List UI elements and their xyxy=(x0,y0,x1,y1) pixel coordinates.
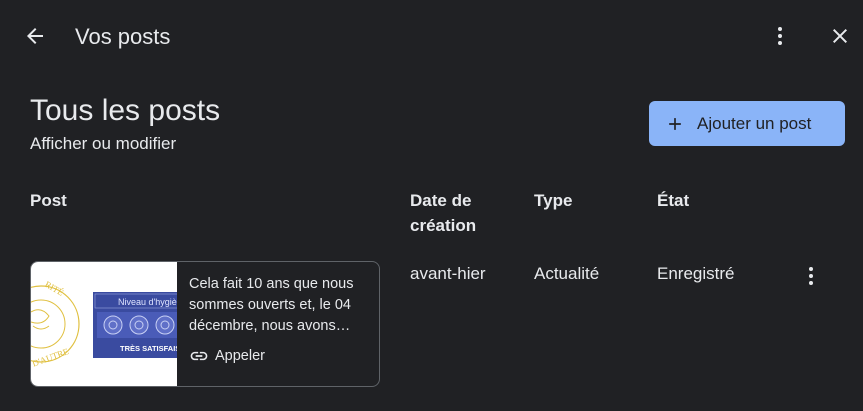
page-subtitle: Afficher ou modifier xyxy=(30,134,177,153)
column-header-post: Post xyxy=(30,191,67,210)
add-post-button[interactable]: Ajouter un post xyxy=(649,101,845,146)
post-card-body: Cela fait 10 ans que nous sommes ouverts… xyxy=(177,262,379,386)
link-icon xyxy=(189,346,209,366)
row-more-options-button[interactable] xyxy=(791,256,831,296)
badge-title: Niveau d'hygiè xyxy=(118,297,177,307)
post-state: Enregistré xyxy=(657,264,735,283)
add-post-label: Ajouter un post xyxy=(697,113,812,133)
arrow-left-icon xyxy=(27,28,43,44)
seal-text-bottom: D'AUTRE xyxy=(31,346,70,369)
call-action-label: Appeler xyxy=(215,348,265,364)
topbar-title: Vos posts xyxy=(75,24,171,49)
badge-rating: TRÈS SATISFAISA xyxy=(120,344,177,353)
column-header-date-label: Date de création xyxy=(410,191,477,235)
more-options-button[interactable] xyxy=(760,16,800,56)
post-text: Cela fait 10 ans que nous sommes ouverts… xyxy=(189,276,354,334)
thumbnail-image: RITÉ D'AUTRE Niveau d'hygiè TRÈS SATISFA… xyxy=(31,279,177,369)
more-vert-icon xyxy=(809,267,813,285)
column-header-date: Date de création xyxy=(410,188,500,238)
more-vert-icon xyxy=(778,27,782,45)
column-header-type: Type xyxy=(534,191,573,210)
post-thumbnail: RITÉ D'AUTRE Niveau d'hygiè TRÈS SATISFA… xyxy=(31,262,177,386)
post-date: avant-hier xyxy=(410,264,486,283)
close-button[interactable] xyxy=(820,16,860,56)
post-type: Actualité xyxy=(534,264,600,283)
back-button[interactable] xyxy=(15,16,55,56)
seal-text-top: RITÉ xyxy=(43,279,66,298)
post-card[interactable]: RITÉ D'AUTRE Niveau d'hygiè TRÈS SATISFA… xyxy=(30,261,380,387)
top-app-bar: Vos posts xyxy=(0,0,863,72)
page-title: Tous les posts xyxy=(30,94,221,127)
call-action-button[interactable]: Appeler xyxy=(189,346,367,366)
plus-icon xyxy=(665,114,685,134)
column-header-state: État xyxy=(657,191,690,210)
close-icon xyxy=(833,29,847,43)
